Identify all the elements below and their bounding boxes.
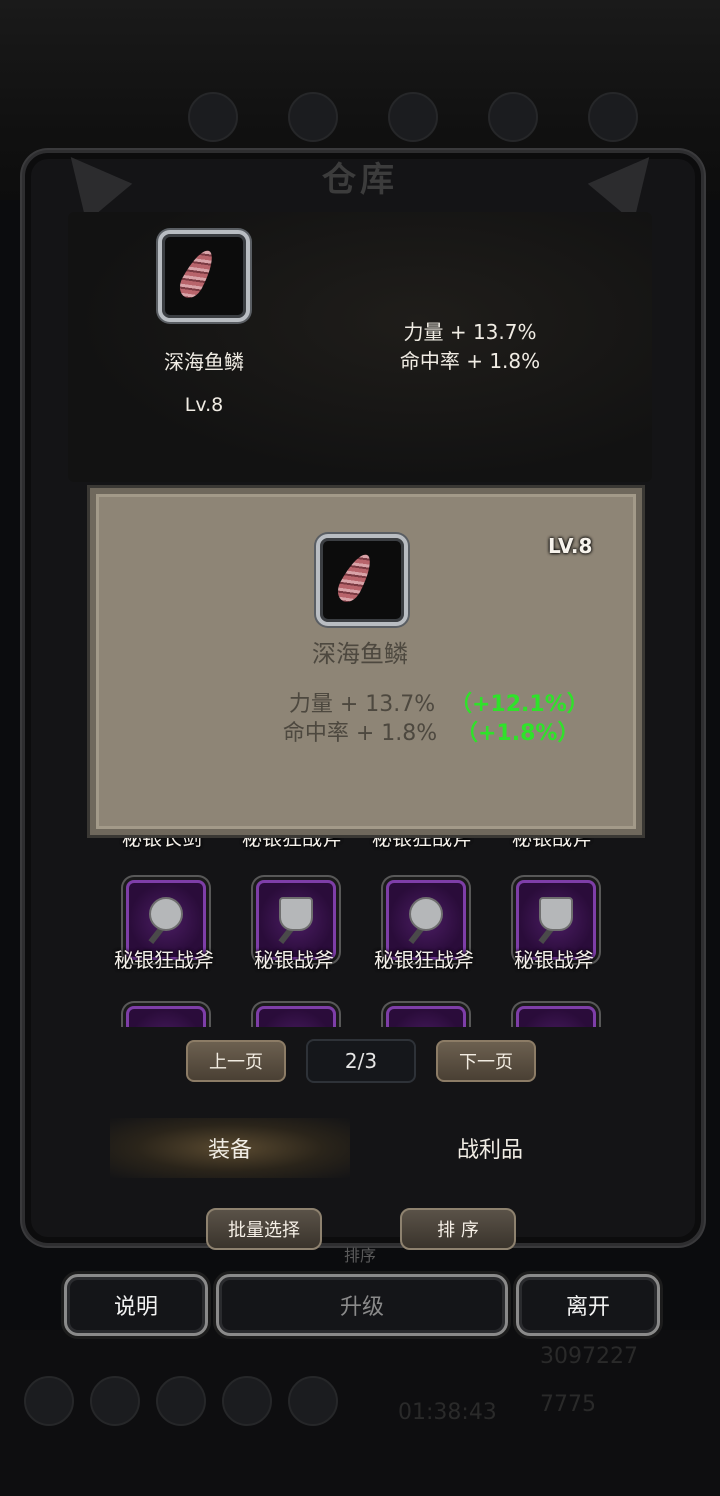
bg-nav-icon [222, 1376, 272, 1426]
tab-loot[interactable]: 战利品 [370, 1118, 610, 1178]
batch-select-button[interactable]: 批量选择 [206, 1208, 322, 1250]
bg-menu-icon [188, 92, 238, 142]
selected-item-slot[interactable] [158, 230, 250, 322]
upgrade-button[interactable]: 升级 [216, 1274, 508, 1336]
grid-item-slot[interactable] [126, 1006, 206, 1027]
item-grid: 秘银长剑 秘银狂战斧 秘银狂战斧 秘银战斧 秘银狂战斧 秘银战斧 秘银狂战斧 秘… [90, 822, 630, 1027]
selected-stat-accuracy: 命中率 + 1.8% [399, 349, 541, 373]
bg-gold-count: 3097227 [540, 1344, 638, 1369]
grid-item-label: 秘银狂战斧 [374, 948, 474, 972]
grid-item-slot[interactable] [256, 1006, 336, 1027]
fish-scale-icon [175, 245, 219, 303]
grid-item-label: 秘银狂战斧 [114, 948, 214, 972]
fish-scale-icon [333, 549, 377, 607]
bg-timer: 01:38:43 [398, 1400, 497, 1425]
window-title: 仓库 [322, 160, 398, 200]
grid-item-slot[interactable] [386, 1006, 466, 1027]
selected-stat-strength: 力量 + 13.7% [403, 320, 537, 344]
detail-item-slot [316, 534, 408, 626]
bg-menu-icon [388, 92, 438, 142]
selected-item-level: Lv.8 [184, 394, 224, 416]
detail-item-name: 深海鱼鳞 [312, 640, 408, 668]
bg-nav-icon [156, 1376, 206, 1426]
bg-nav-icon [288, 1376, 338, 1426]
detail-stat-accuracy: 命中率 + 1.8% [282, 721, 438, 746]
bg-menu-icon [488, 92, 538, 142]
bg-gem-count: 7775 [540, 1392, 596, 1417]
detail-level: LV.8 [548, 534, 593, 558]
page-indicator: 2/3 [306, 1039, 416, 1083]
prev-page-button[interactable]: 上一页 [186, 1040, 286, 1082]
detail-stat-strength-bonus: （+12.1%） [450, 692, 589, 717]
sort-label-shadow: 排序 [343, 1246, 376, 1265]
sort-button[interactable]: 排 序 [400, 1208, 516, 1250]
help-button[interactable]: 说明 [64, 1274, 208, 1336]
grid-item-label: 秘银战斧 [254, 948, 334, 972]
selected-item-name: 深海鱼鳞 [164, 350, 244, 374]
bg-menu-icon [588, 92, 638, 142]
bg-nav-icon [90, 1376, 140, 1426]
leave-button[interactable]: 离开 [516, 1274, 660, 1336]
bg-nav-icon [24, 1376, 74, 1426]
detail-stat-accuracy-bonus: （+1.8%） [456, 721, 580, 746]
next-page-button[interactable]: 下一页 [436, 1040, 536, 1082]
bg-menu-icon [288, 92, 338, 142]
detail-stat-strength: 力量 + 13.7% [288, 692, 436, 717]
grid-item-slot[interactable] [516, 1006, 596, 1027]
tab-equipment[interactable]: 装备 [110, 1118, 350, 1178]
grid-item-label: 秘银战斧 [514, 948, 594, 972]
